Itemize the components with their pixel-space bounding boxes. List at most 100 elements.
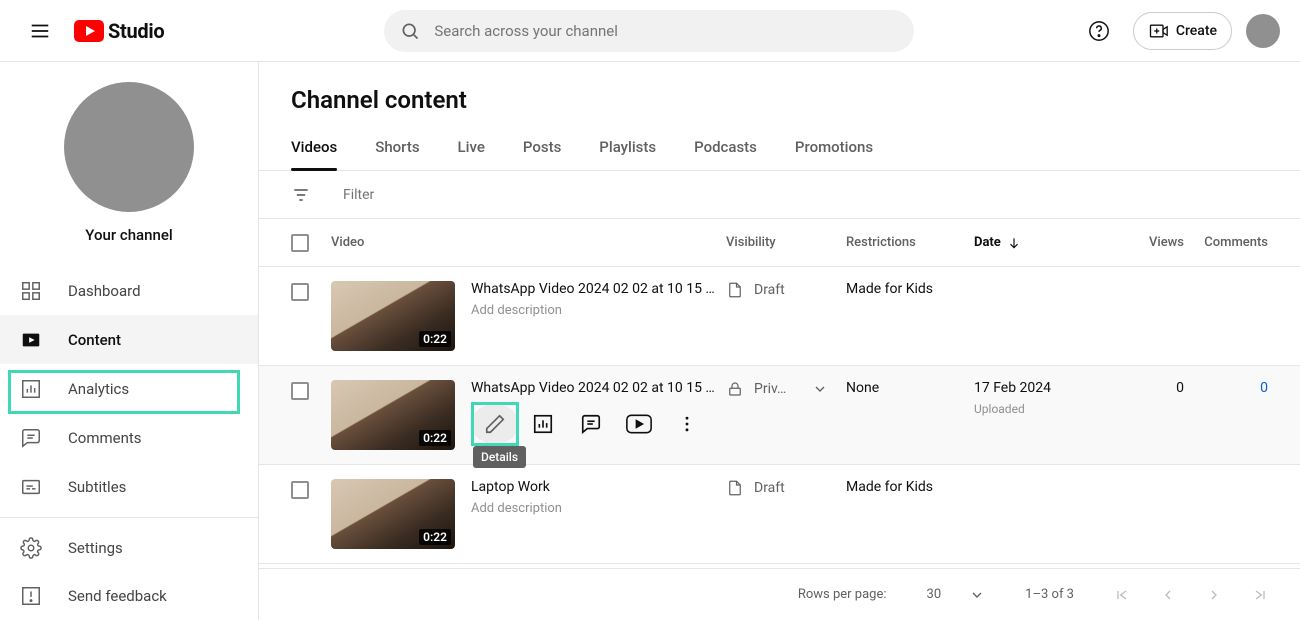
column-restrictions[interactable]: Restrictions	[846, 235, 974, 250]
help-button[interactable]	[1079, 11, 1119, 51]
tab-live[interactable]: Live	[458, 128, 485, 170]
tab-playlists[interactable]: Playlists	[599, 128, 656, 170]
comments-link[interactable]: 0	[1260, 380, 1268, 396]
restrictions-cell: None	[846, 380, 974, 450]
comments-icon	[580, 413, 602, 435]
video-info: WhatsApp Video 2024 02 02 at 10 15 … Add…	[455, 281, 726, 351]
views-cell	[1124, 281, 1184, 351]
video-duration: 0:22	[419, 430, 451, 446]
tab-shorts[interactable]: Shorts	[375, 128, 419, 170]
more-options-button[interactable]	[663, 404, 711, 444]
filter-input[interactable]	[343, 187, 521, 203]
hamburger-menu-button[interactable]	[20, 11, 60, 51]
sort-descending-icon	[1007, 236, 1021, 250]
rows-per-page-select[interactable]: 30	[927, 587, 986, 603]
tab-podcasts[interactable]: Podcasts	[694, 128, 757, 170]
youtube-play-icon	[626, 414, 652, 434]
sidebar-item-label: Subtitles	[68, 478, 126, 496]
chevron-down-icon[interactable]	[812, 381, 828, 397]
studio-logo-text: Studio	[108, 19, 164, 43]
table-row[interactable]: 0:22 WhatsApp Video 2024 02 02 at 10 15 …	[259, 366, 1300, 465]
analytics-icon	[20, 378, 42, 400]
comments-cell[interactable]: 0	[1184, 380, 1268, 450]
sidebar-item-label: Dashboard	[68, 282, 141, 300]
video-title[interactable]: WhatsApp Video 2024 02 02 at 10 15 …	[471, 380, 726, 396]
lock-icon	[726, 380, 744, 398]
visibility-cell: Draft	[726, 281, 846, 299]
watch-on-youtube-button[interactable]	[615, 404, 663, 444]
video-title[interactable]: WhatsApp Video 2024 02 02 at 10 15 …	[471, 281, 726, 297]
video-info: Laptop Work Add description	[455, 479, 726, 549]
pagination-range: 1–3 of 3	[1025, 587, 1074, 602]
column-video[interactable]: Video	[331, 235, 726, 250]
video-thumbnail[interactable]: 0:22	[331, 380, 455, 450]
prev-page-button[interactable]	[1160, 587, 1176, 603]
table-row[interactable]: 0:22 Laptop Work Add description Draft M…	[259, 465, 1300, 564]
create-label: Create	[1176, 23, 1217, 39]
date-sub: Uploaded	[974, 402, 1025, 416]
column-views[interactable]: Views	[1124, 235, 1184, 250]
row-checkbox[interactable]	[291, 481, 309, 499]
column-date[interactable]: Date	[974, 235, 1124, 250]
search-box[interactable]	[384, 10, 914, 52]
channel-block: Your channel	[0, 82, 258, 266]
sidebar-item-dashboard[interactable]: Dashboard	[0, 266, 258, 315]
comments-cell	[1184, 281, 1268, 351]
pagination-controls	[1114, 587, 1268, 603]
table-row[interactable]: 0:22 WhatsApp Video 2024 02 02 at 10 15 …	[259, 267, 1300, 366]
analytics-button[interactable]	[519, 404, 567, 444]
video-thumbnail[interactable]: 0:22	[331, 281, 455, 351]
studio-logo[interactable]: Studio	[74, 19, 164, 43]
tab-posts[interactable]: Posts	[523, 128, 561, 170]
page-title: Channel content	[259, 62, 1300, 128]
sidebar-item-analytics[interactable]: Analytics	[0, 364, 258, 413]
tab-videos[interactable]: Videos	[291, 128, 337, 170]
column-comments[interactable]: Comments	[1184, 235, 1268, 250]
filter-icon[interactable]	[291, 185, 311, 205]
column-date-label: Date	[974, 235, 1001, 250]
restrictions-cell: Made for Kids	[846, 281, 974, 351]
date-value: 17 Feb 2024	[974, 380, 1051, 396]
feedback-icon	[20, 585, 42, 607]
edit-details-button[interactable]	[471, 404, 519, 444]
pencil-icon	[484, 413, 506, 435]
chevron-right-icon	[1206, 587, 1222, 603]
rows-per-page-value: 30	[927, 587, 942, 602]
sidebar-item-feedback[interactable]: Send feedback	[0, 572, 258, 620]
first-page-icon	[1114, 587, 1130, 603]
channel-avatar[interactable]	[64, 82, 194, 212]
select-all-checkbox[interactable]	[291, 234, 309, 252]
sidebar-separator	[0, 517, 258, 518]
sidebar-item-label: Comments	[68, 429, 142, 447]
column-visibility[interactable]: Visibility	[726, 235, 846, 250]
sidebar-item-subtitles[interactable]: Subtitles	[0, 462, 258, 511]
row-checkbox[interactable]	[291, 283, 309, 301]
analytics-icon	[532, 413, 554, 435]
visibility-cell[interactable]: Priv…	[726, 380, 846, 398]
video-title[interactable]: Laptop Work	[471, 479, 726, 495]
more-vertical-icon	[677, 414, 697, 434]
sidebar-item-comments[interactable]: Comments	[0, 413, 258, 462]
row-checkbox[interactable]	[291, 382, 309, 400]
user-avatar[interactable]	[1246, 14, 1280, 48]
last-page-button[interactable]	[1252, 587, 1268, 603]
video-description-placeholder[interactable]: Add description	[471, 501, 726, 516]
create-icon	[1148, 21, 1168, 41]
sidebar-item-settings[interactable]: Settings	[0, 524, 258, 572]
tab-promotions[interactable]: Promotions	[795, 128, 873, 170]
search-icon	[400, 21, 420, 41]
comments-cell	[1184, 479, 1268, 549]
chevron-down-icon	[969, 587, 985, 603]
dashboard-icon	[20, 280, 42, 302]
next-page-button[interactable]	[1206, 587, 1222, 603]
sidebar-item-content[interactable]: Content	[0, 315, 258, 364]
first-page-button[interactable]	[1114, 587, 1130, 603]
video-thumbnail[interactable]: 0:22	[331, 479, 455, 549]
video-description-placeholder[interactable]: Add description	[471, 303, 726, 318]
search-input[interactable]	[434, 22, 898, 40]
rows-per-page-label: Rows per page:	[798, 587, 887, 602]
row-comments-button[interactable]	[567, 404, 615, 444]
table-footer: Rows per page: 30 1–3 of 3	[259, 568, 1300, 620]
create-button[interactable]: Create	[1133, 12, 1232, 50]
app-header: Studio Create	[0, 0, 1300, 62]
